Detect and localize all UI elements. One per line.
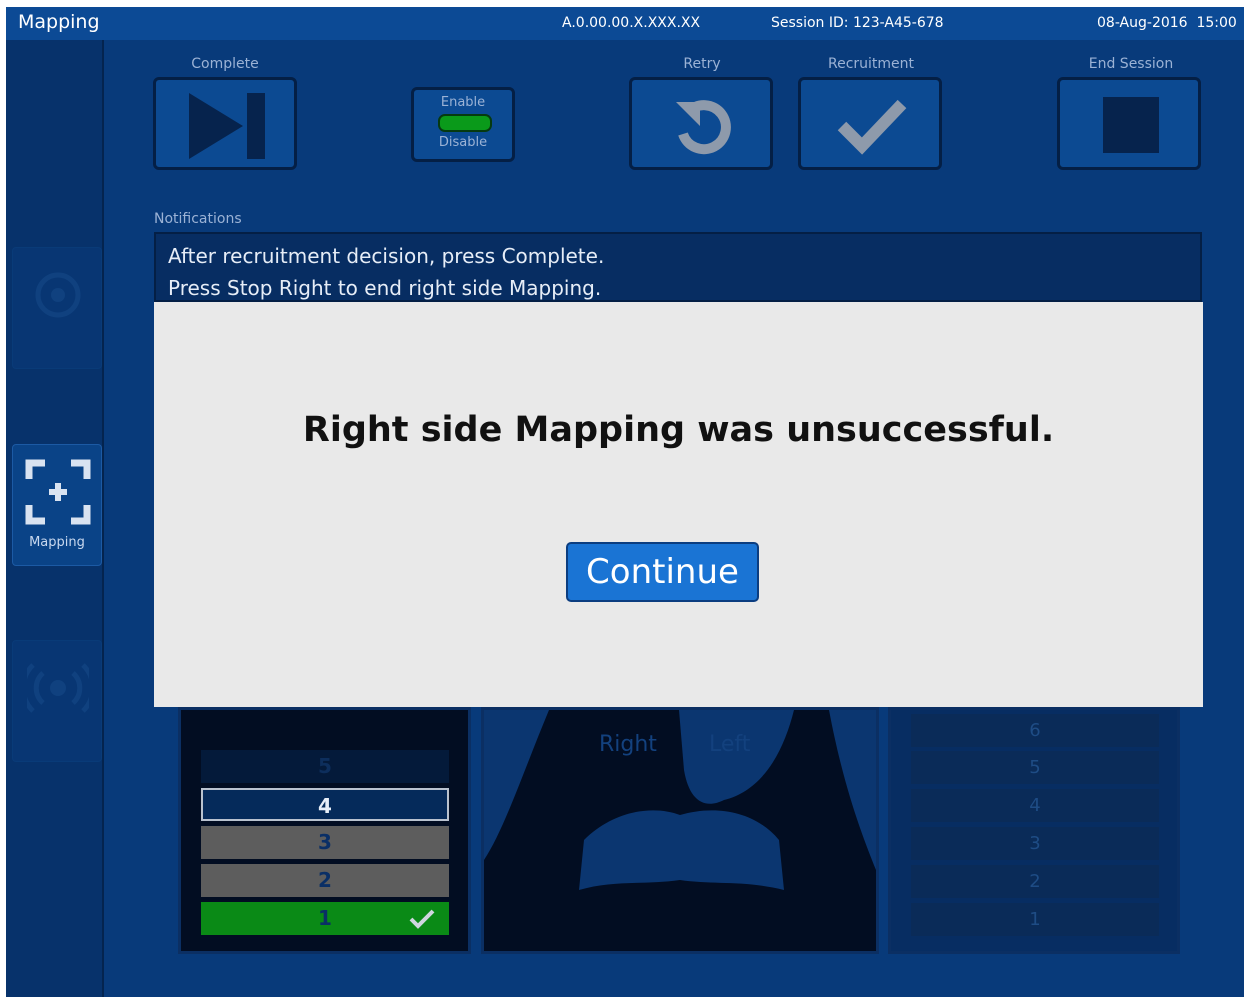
left-level-panel: 5 4 3 2 1 (178, 707, 471, 954)
right-level-1[interactable]: 1 (911, 903, 1159, 936)
notification-line: After recruitment decision, press Comple… (168, 244, 605, 268)
complete-button[interactable] (153, 77, 297, 170)
date-time: 08-Aug-2016 15:00 (1097, 15, 1237, 31)
mapping-icon (25, 459, 91, 525)
alert-dialog: Right side Mapping was unsuccessful. Con… (154, 302, 1203, 707)
retry-label: Retry (683, 56, 721, 72)
session-id: Session ID: 123-A45-678 (771, 15, 944, 31)
retry-icon (676, 100, 731, 155)
right-level-6[interactable]: 6 (911, 714, 1159, 747)
lung-silhouette (484, 710, 876, 951)
level-4[interactable]: 4 (201, 788, 449, 821)
level-2[interactable]: 2 (201, 864, 449, 897)
right-level-4[interactable]: 4 (911, 789, 1159, 822)
recruitment-button[interactable] (798, 77, 942, 170)
notifications-panel: After recruitment decision, press Comple… (154, 232, 1202, 302)
checkmark-icon (837, 99, 907, 155)
retry-button[interactable] (629, 77, 773, 170)
continue-button[interactable]: Continue (566, 542, 759, 602)
sidebar-item-mapping[interactable]: Mapping (12, 444, 102, 566)
right-level-3[interactable]: 3 (911, 827, 1159, 860)
notifications-label: Notifications (154, 211, 242, 227)
end-session-button[interactable] (1057, 77, 1201, 170)
notification-line: Press Stop Right to end right side Mappi… (168, 276, 602, 300)
end-session-label: End Session (1088, 56, 1174, 72)
level-1[interactable]: 1 (201, 902, 449, 935)
recruitment-label: Recruitment (827, 56, 915, 72)
level-3[interactable]: 3 (201, 826, 449, 859)
dialog-message: Right side Mapping was unsuccessful. (302, 410, 1055, 450)
check-icon (409, 909, 435, 929)
sidebar-item-bottom[interactable] (12, 640, 102, 762)
target-icon (35, 272, 81, 318)
sidebar: Mapping (6, 40, 104, 997)
app-window: Mapping A.0.00.00.X.XXX.XX Session ID: 1… (6, 7, 1244, 997)
lung-image-panel: Right Left (481, 707, 879, 954)
right-level-2[interactable]: 2 (911, 865, 1159, 898)
enable-disable-toggle[interactable]: Enable Disable (411, 87, 515, 162)
enable-label: Enable (440, 95, 486, 110)
version-text: A.0.00.00.X.XXX.XX (562, 15, 701, 31)
app-title: Mapping (18, 11, 100, 33)
title-bar: Mapping A.0.00.00.X.XXX.XX Session ID: 1… (6, 7, 1244, 40)
sidebar-item-top[interactable] (12, 247, 102, 369)
left-lung-label: Left (709, 732, 751, 757)
right-level-5[interactable]: 5 (911, 751, 1159, 784)
right-level-panel: 6 5 4 3 2 1 (888, 707, 1180, 954)
toggle-indicator (438, 114, 492, 132)
complete-label: Complete (191, 56, 259, 72)
right-lung-label: Right (599, 732, 657, 757)
skip-forward-icon (189, 93, 265, 159)
stop-icon (1103, 97, 1159, 153)
level-5[interactable]: 5 (201, 750, 449, 783)
sidebar-item-label: Mapping (29, 535, 85, 550)
disable-label: Disable (438, 135, 488, 150)
signal-icon (27, 663, 89, 713)
level-1-label: 1 (318, 906, 332, 930)
